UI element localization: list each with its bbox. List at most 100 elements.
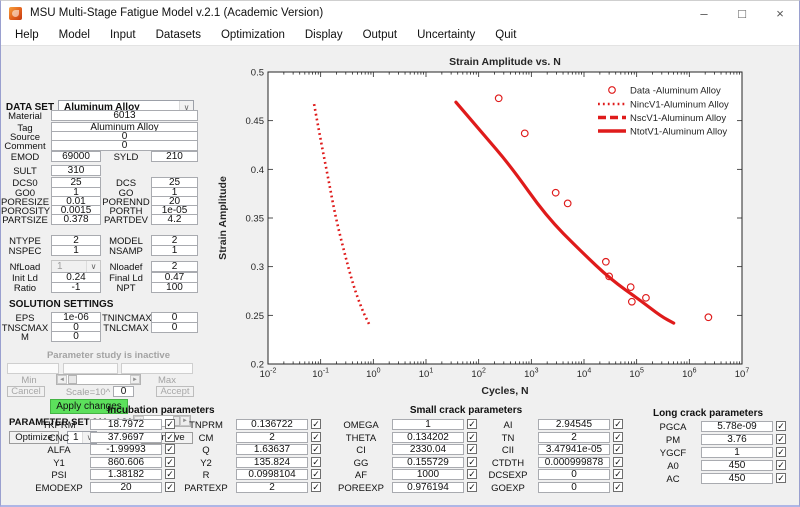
nspec-input[interactable] [51,245,101,256]
q-checkbox[interactable]: ✓ [311,444,321,454]
m-input[interactable] [51,331,101,342]
y2-input[interactable] [236,457,308,468]
close-button[interactable]: × [761,1,799,25]
ci-checkbox[interactable]: ✓ [467,444,477,454]
alfa-input[interactable] [90,444,162,455]
q-input[interactable] [236,444,308,455]
syld-input[interactable] [151,151,198,162]
tnlcmax-input[interactable] [151,322,198,333]
alfa-checkbox[interactable]: ✓ [165,444,175,454]
ai-checkbox[interactable]: ✓ [613,419,623,429]
theta-input[interactable] [392,432,464,443]
cm-input[interactable] [236,432,308,443]
ac-checkbox[interactable]: ✓ [776,473,786,483]
npt-input[interactable] [151,282,198,293]
tnprm-label: TNPRM [179,420,233,431]
pgca-checkbox[interactable]: ✓ [776,421,786,431]
accept-button[interactable]: Accept [156,386,194,397]
ygcf-input[interactable] [701,447,773,458]
a0-input[interactable] [701,460,773,471]
menu-item-input[interactable]: Input [100,29,146,41]
material-input[interactable] [51,110,198,121]
goexp-input[interactable] [538,482,610,493]
slider-right-arrow-icon[interactable]: ► [130,375,140,384]
ratio-input[interactable] [51,282,101,293]
study-field-3[interactable] [121,363,193,374]
af-checkbox[interactable]: ✓ [467,469,477,479]
svg-text:NincV1-Aluminum Alloy: NincV1-Aluminum Alloy [630,99,729,110]
y1-checkbox[interactable]: ✓ [165,457,175,467]
cnc-checkbox[interactable]: ✓ [165,432,175,442]
partsize-input[interactable] [51,214,101,225]
svg-text:104: 104 [577,368,592,381]
poreexp-input[interactable] [392,482,464,493]
gg-input[interactable] [392,457,464,468]
sult-input[interactable] [51,165,101,176]
partexp-checkbox[interactable]: ✓ [311,482,321,492]
pgca-input[interactable] [701,421,773,432]
ygcf-checkbox[interactable]: ✓ [776,447,786,457]
minimize-button[interactable]: – [685,1,723,25]
nsamp-input[interactable] [151,245,198,256]
dcsexp-checkbox[interactable]: ✓ [613,469,623,479]
psi-input[interactable] [90,469,162,480]
study-field-2[interactable] [63,363,118,374]
menu-item-quit[interactable]: Quit [485,29,526,41]
maximize-button[interactable]: □ [723,1,761,25]
nloadef-input[interactable] [151,261,198,272]
partexp-input[interactable] [236,482,308,493]
goexp-checkbox[interactable]: ✓ [613,482,623,492]
cancel-button[interactable]: Cancel [7,386,45,397]
tnprm-input[interactable] [236,419,308,430]
menu-item-output[interactable]: Output [353,29,408,41]
emod-input[interactable] [51,151,101,162]
r-checkbox[interactable]: ✓ [311,469,321,479]
menu-item-uncertainty[interactable]: Uncertainty [407,29,485,41]
menu-item-optimization[interactable]: Optimization [211,29,295,41]
comment-input[interactable] [51,140,198,151]
omega-input[interactable] [392,419,464,430]
svg-text:0.4: 0.4 [251,165,264,176]
tkprm-input[interactable] [90,419,162,430]
cii-input[interactable] [538,444,610,455]
dcsexp-input[interactable] [538,469,610,480]
r-input[interactable] [236,469,308,480]
emodexp-checkbox[interactable]: ✓ [165,482,175,492]
af-input[interactable] [392,469,464,480]
ci-input[interactable] [392,444,464,455]
menu-item-model[interactable]: Model [49,29,100,41]
tnprm-checkbox[interactable]: ✓ [311,419,321,429]
ctdth-checkbox[interactable]: ✓ [613,457,623,467]
menu-item-datasets[interactable]: Datasets [146,29,211,41]
y2-checkbox[interactable]: ✓ [311,457,321,467]
partdev-input[interactable] [151,214,198,225]
omega-checkbox[interactable]: ✓ [467,419,477,429]
alfa-label: ALFA [31,445,87,456]
cnc-input[interactable] [90,432,162,443]
psi-checkbox[interactable]: ✓ [165,469,175,479]
menu-item-display[interactable]: Display [295,29,353,41]
slider-left-arrow-icon[interactable]: ◄ [57,375,67,384]
poreexp-checkbox[interactable]: ✓ [467,482,477,492]
tn-input[interactable] [538,432,610,443]
theta-checkbox[interactable]: ✓ [467,432,477,442]
scale-exponent-input[interactable] [113,386,134,397]
study-slider-track[interactable] [67,375,130,384]
menu-item-help[interactable]: Help [5,29,49,41]
ac-input[interactable] [701,473,773,484]
tkprm-checkbox[interactable]: ✓ [165,419,175,429]
study-slider[interactable]: ◄ ► [56,374,141,385]
pm-input[interactable] [701,434,773,445]
study-slider-thumb[interactable] [68,375,77,384]
y1-input[interactable] [90,457,162,468]
study-field-1[interactable] [7,363,59,374]
emodexp-input[interactable] [90,482,162,493]
pm-checkbox[interactable]: ✓ [776,434,786,444]
a0-checkbox[interactable]: ✓ [776,460,786,470]
cii-checkbox[interactable]: ✓ [613,444,623,454]
tn-checkbox[interactable]: ✓ [613,432,623,442]
ctdth-input[interactable] [538,457,610,468]
gg-checkbox[interactable]: ✓ [467,457,477,467]
ai-input[interactable] [538,419,610,430]
cm-checkbox[interactable]: ✓ [311,432,321,442]
